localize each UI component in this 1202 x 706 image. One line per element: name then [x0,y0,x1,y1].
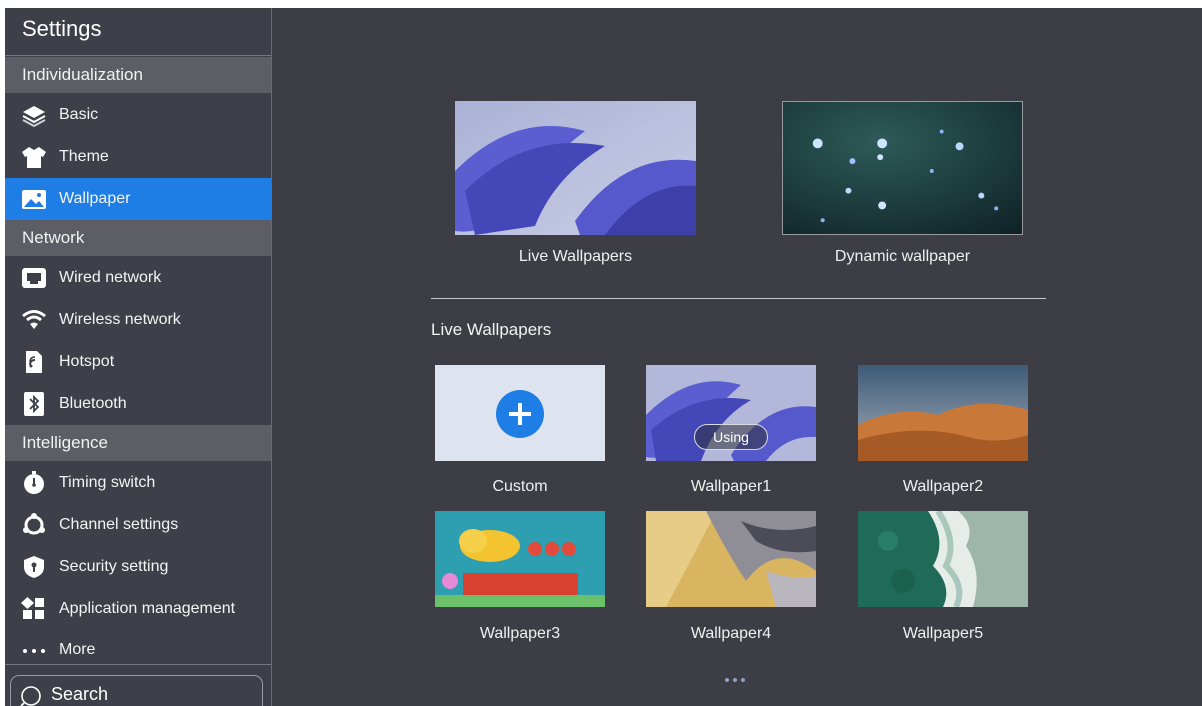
shield-icon [21,555,47,579]
sidebar-item-bluetooth[interactable]: Bluetooth [5,383,271,425]
wallpaper-label: Wallpaper4 [690,625,772,642]
sidebar-item-hotspot[interactable]: Hotspot [5,341,271,383]
sidebar-item-wired-network[interactable]: Wired network [5,257,271,299]
layers-icon [21,103,47,127]
sidebar-item-label: More [59,641,96,658]
sidebar: Settings Individualization Basic Theme W… [5,8,272,706]
apps-grid-icon [21,597,47,621]
search-label: Search [51,684,109,704]
page-indicator[interactable] [725,678,751,684]
more-dots-icon [21,639,47,663]
app-title: Settings [5,8,271,56]
sidebar-item-channel-settings[interactable]: Channel settings [5,504,271,546]
bluetooth-icon [21,392,47,416]
page-dot[interactable] [733,678,737,682]
section-individualization: Individualization [5,57,271,93]
using-badge: Using [694,424,768,450]
sidebar-item-basic[interactable]: Basic [5,94,271,136]
wallpaper-label: Custom [492,478,548,495]
category-dynamic-wallpaper-thumbnail[interactable] [782,101,1023,235]
sidebar-item-application-management[interactable]: Application management [5,588,271,630]
wallpaper2-tile[interactable] [858,365,1028,461]
sidebar-item-security-setting[interactable]: Security setting [5,546,271,588]
wallpaper-label: Wallpaper5 [902,625,984,642]
sidebar-item-label: Bluetooth [59,395,127,412]
sidebar-item-label: Wallpaper [59,190,131,207]
custom-wallpaper-tile[interactable] [435,365,605,461]
settings-window: Settings Individualization Basic Theme W… [5,8,1202,706]
section-divider [431,298,1046,299]
hotspot-icon [21,350,47,374]
sidebar-item-label: Wireless network [59,311,181,328]
sidebar-divider [5,664,271,665]
shirt-icon [21,145,47,169]
wallpaper1-tile[interactable]: Using [646,365,816,461]
page-dot[interactable] [725,678,729,682]
sidebar-item-label: Application management [59,600,236,617]
sidebar-item-label: Security setting [59,558,169,575]
wallpaper3-tile[interactable] [435,511,605,607]
sidebar-item-timing-switch[interactable]: Timing switch [5,462,271,504]
sidebar-item-label: Wired network [59,269,162,286]
image-icon [21,187,47,211]
sidebar-item-wireless-network[interactable]: Wireless network [5,299,271,341]
main-content: Live Wallpapers Dynamic wallpaper Live W… [273,8,1202,706]
wallpaper5-tile[interactable] [858,511,1028,607]
section-network: Network [5,220,271,256]
channel-icon [21,513,47,537]
sidebar-item-theme[interactable]: Theme [5,136,271,178]
sidebar-item-label: Theme [59,148,109,165]
category-live-wallpapers-thumbnail[interactable] [455,101,696,235]
page-dot[interactable] [741,678,745,682]
category-dynamic-wallpaper-label[interactable]: Dynamic wallpaper [782,248,1023,266]
wallpaper-label: Wallpaper2 [902,478,984,495]
category-live-wallpapers-label[interactable]: Live Wallpapers [455,248,696,266]
section-title: Live Wallpapers [431,320,552,339]
wallpaper-label: Wallpaper3 [479,625,561,642]
sidebar-item-label: Hotspot [59,353,115,370]
search-button[interactable]: Search [10,675,263,706]
sidebar-item-label: Channel settings [59,516,179,533]
wallpaper4-tile[interactable] [646,511,816,607]
plus-icon[interactable] [496,390,544,438]
sidebar-item-label: Basic [59,106,99,123]
wallpaper-label: Wallpaper1 [690,478,772,495]
search-icon [20,683,42,706]
section-intelligence: Intelligence [5,425,271,461]
ethernet-icon [21,266,47,290]
sidebar-item-label: Timing switch [59,474,156,491]
wifi-icon [21,308,47,332]
timer-icon [21,471,47,495]
sidebar-item-wallpaper[interactable]: Wallpaper [5,178,271,220]
